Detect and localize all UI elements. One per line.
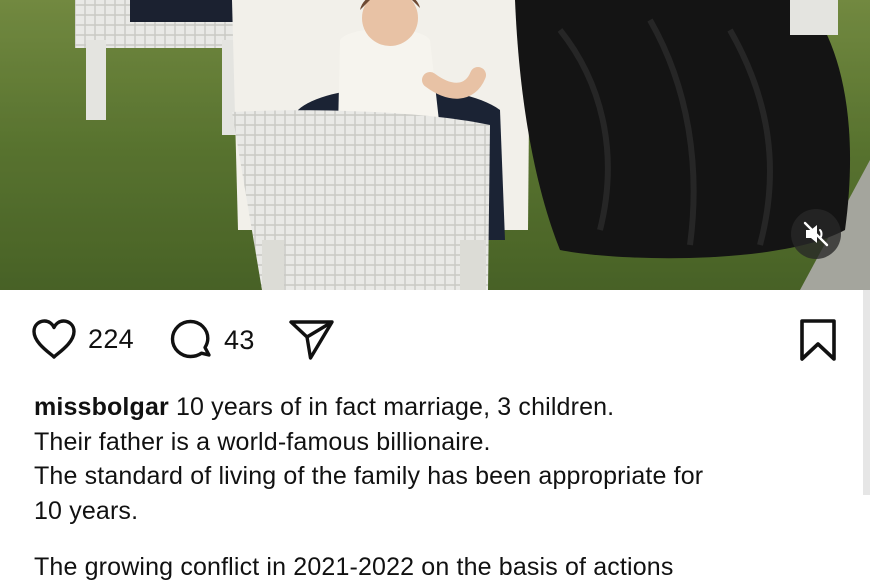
caption-line: 10 years. <box>34 496 139 525</box>
comment-button[interactable]: 43 <box>168 318 255 362</box>
paper-plane-icon <box>289 320 334 360</box>
post-media[interactable] <box>0 0 870 290</box>
comment-bubble-icon <box>170 319 211 359</box>
speaker-muted-icon <box>803 221 829 247</box>
comment-count: 43 <box>224 324 255 355</box>
caption-line: The growing conflict in 2021-2022 on the… <box>34 553 674 580</box>
scrollbar[interactable] <box>863 290 870 495</box>
post-actions: 224 43 <box>0 290 870 380</box>
save-button[interactable] <box>798 318 838 362</box>
bookmark-icon <box>800 319 836 361</box>
caption-line: The standard of living of the family has… <box>34 462 704 490</box>
like-button[interactable]: 224 <box>30 318 134 360</box>
heart-icon <box>32 319 76 359</box>
post-caption: missbolgar 10 years of in fact marriage,… <box>34 390 834 580</box>
like-count: 224 <box>88 323 134 354</box>
mute-button[interactable] <box>791 209 841 259</box>
caption-line: missbolgar 10 years of in fact marriage,… <box>34 390 834 425</box>
caption-text: 10 years of in fact marriage, 3 children… <box>168 393 615 421</box>
caption-line: Their father is a world-famous billionai… <box>34 427 491 456</box>
post-photo <box>0 0 870 290</box>
username[interactable]: missbolgar <box>34 393 169 421</box>
share-button[interactable] <box>288 318 336 362</box>
